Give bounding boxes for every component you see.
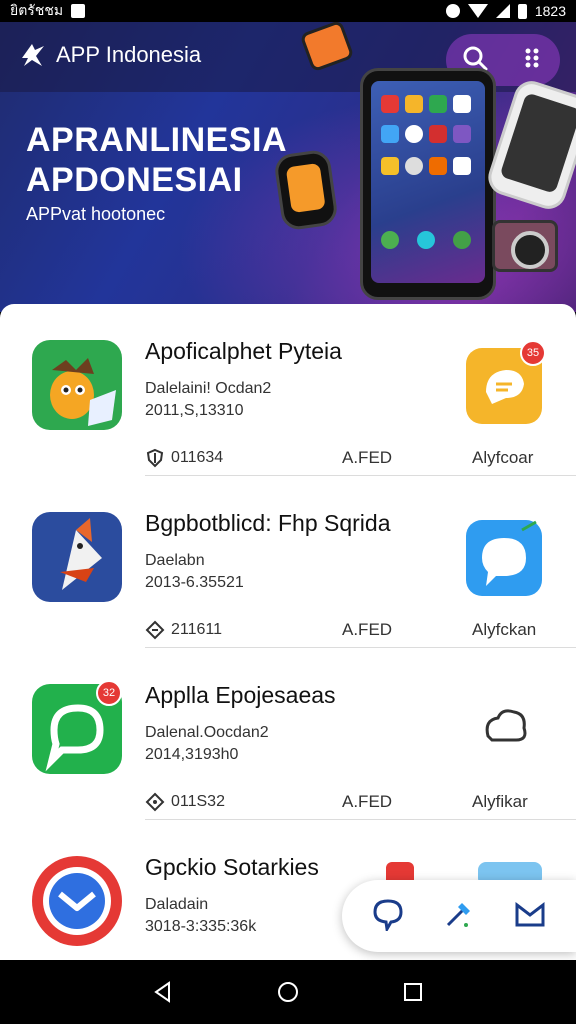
install-button[interactable]: Alyfikar <box>472 792 528 812</box>
app-title: Gpckio Sotarkies <box>145 854 319 880</box>
status-bar: ยิตรัชชม 1823 <box>0 0 576 22</box>
status-right: 1823 <box>445 3 566 19</box>
hero-banner: APP Indonesia APRANLINESIA APDONESIAI AP… <box>0 22 576 312</box>
app-icon <box>32 856 122 946</box>
app-title: Bgpbotblicd: Fhp Sqrida <box>145 510 391 536</box>
floating-action-bar <box>342 880 576 952</box>
count-text: 211611 <box>171 621 223 638</box>
install-button[interactable]: Alyfcoar <box>472 448 533 468</box>
app-date: 3018-3:335:36k <box>145 918 257 935</box>
diamond-icon <box>145 620 165 640</box>
notification-badge: 32 <box>96 680 122 706</box>
status-left: ยิตรัชชม <box>10 0 86 22</box>
alarm-icon <box>445 4 460 18</box>
camera-illustration <box>492 220 558 272</box>
app-date: 2011,S,13310 <box>145 402 244 419</box>
download-count: 011634 <box>145 448 223 468</box>
app-logo[interactable]: APP Indonesia <box>18 40 201 70</box>
app-status: A.FED <box>342 620 393 639</box>
list-item[interactable]: Apoficalphet Pyteia Dalelaini! Ocdan2 20… <box>0 304 576 476</box>
shield-icon <box>146 448 164 468</box>
system-nav-bar <box>0 964 576 1024</box>
app-title: Apoficalphet Pyteia <box>145 338 342 364</box>
back-icon[interactable] <box>151 980 175 1009</box>
app-icon <box>32 340 122 430</box>
recents-icon[interactable] <box>401 980 425 1009</box>
download-count: 011S32 <box>145 792 225 812</box>
app-developer: Daelabn <box>145 552 205 569</box>
app-list: Apoficalphet Pyteia Dalelaini! Ocdan2 20… <box>0 304 576 960</box>
app-icon <box>32 512 122 602</box>
notification-badge: 35 <box>520 340 546 366</box>
side-app-icon[interactable] <box>466 520 542 596</box>
download-count: 211611 <box>145 620 222 640</box>
phone-illustration-main <box>360 68 496 300</box>
tool-icon[interactable] <box>442 897 476 936</box>
app-date: 2014,3193h0 <box>145 746 239 763</box>
wifi-icon <box>467 4 488 18</box>
battery-icon <box>517 3 527 19</box>
diamond-icon <box>145 792 165 812</box>
count-text: 011634 <box>171 449 224 466</box>
count-text: 011S32 <box>171 793 225 810</box>
app-developer: Dalelaini! Ocdan2 <box>145 380 272 397</box>
list-item[interactable]: 32 Applla Epojesaeas Dalenal.Oocdan2 201… <box>0 648 576 820</box>
hero-title: APRANLINESIA APDONESIAI <box>26 120 287 200</box>
chat-icon[interactable] <box>371 897 405 936</box>
notification-icon <box>71 4 86 18</box>
hero-subtitle: APPvat hootonec <box>26 204 166 224</box>
status-text: ยิตรัชชม <box>10 2 64 18</box>
app-date: 2013-6.35521 <box>145 574 244 591</box>
hero-title-line1: APRANLINESIA <box>26 121 288 159</box>
mail-icon[interactable] <box>513 897 547 936</box>
signal-icon <box>495 4 510 18</box>
more-vertical-icon[interactable] <box>519 45 545 76</box>
install-button[interactable]: Alyfckan <box>472 620 536 640</box>
status-time: 1823 <box>534 3 566 19</box>
phone-illustration-right <box>483 76 576 214</box>
hero-title-line2: APDONESIAI <box>26 161 243 199</box>
app-status: A.FED <box>342 792 393 811</box>
app-developer: Dalenal.Oocdan2 <box>145 724 269 741</box>
app-name: APP Indonesia <box>56 42 202 67</box>
list-item[interactable]: Bgpbotblicd: Fhp Sqrida Daelabn 2013-6.3… <box>0 476 576 648</box>
app-status: A.FED <box>342 448 393 467</box>
home-icon[interactable] <box>276 980 300 1009</box>
app-developer: Daladain <box>145 896 209 913</box>
chat-bubble-icon[interactable] <box>466 692 542 768</box>
logo-icon <box>18 40 48 70</box>
app-title: Applla Epojesaeas <box>145 682 336 708</box>
